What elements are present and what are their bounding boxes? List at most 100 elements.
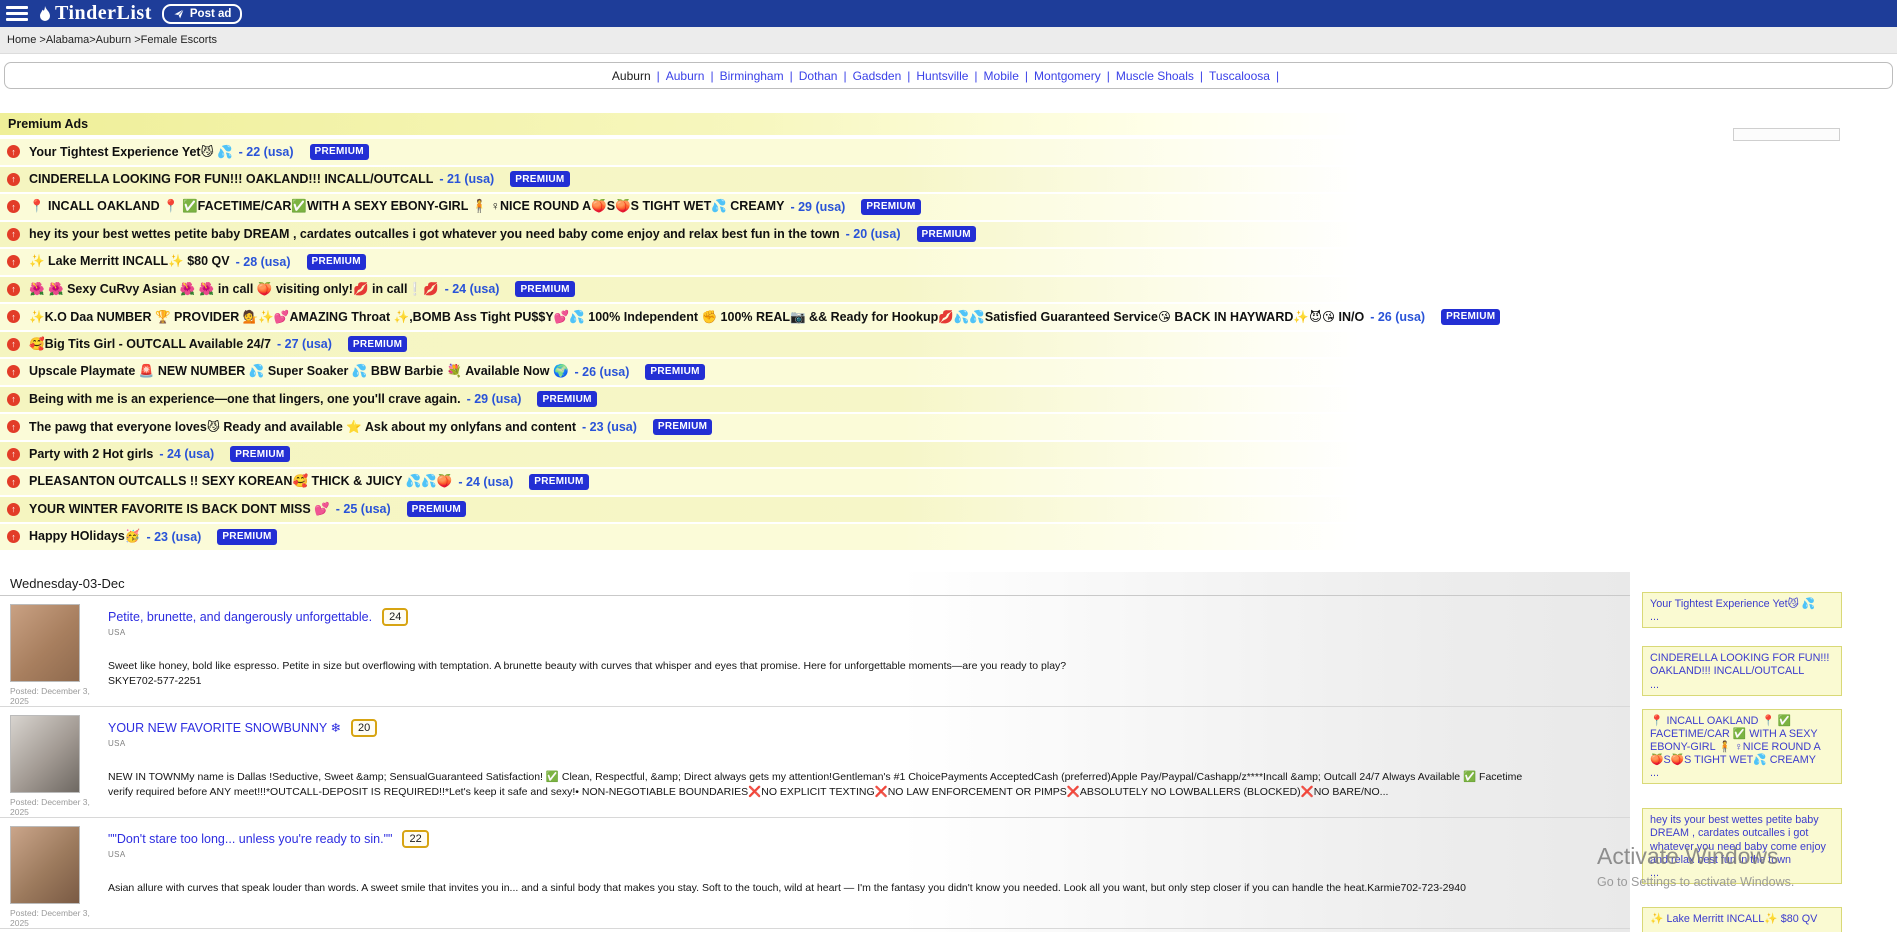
- sidebar-ad-more: ...: [1650, 611, 1834, 623]
- premium-ad-row: ↑ Being with me is an experience—one tha…: [0, 387, 1360, 413]
- premium-ad-meta: - 26 (usa): [1370, 310, 1425, 324]
- sidebar-ad-more: ...: [1650, 867, 1834, 879]
- bump-icon[interactable]: ↑: [7, 200, 20, 213]
- listing-row: Posted: December 3, 2025 ""Don't stare t…: [0, 818, 1630, 929]
- premium-ad-link[interactable]: Upscale Playmate 🚨 NEW NUMBER 💦 Super So…: [29, 364, 569, 379]
- bump-icon[interactable]: ↑: [7, 283, 20, 296]
- listing-description: Asian allure with curves that speak loud…: [108, 881, 1540, 897]
- menu-icon[interactable]: [6, 6, 28, 21]
- premium-ad-meta: - 22 (usa): [239, 145, 294, 159]
- bump-icon[interactable]: ↑: [7, 365, 20, 378]
- premium-ad-link[interactable]: YOUR WINTER FAVORITE IS BACK DONT MISS 💕: [29, 502, 330, 517]
- premium-ad-meta: - 27 (usa): [277, 337, 332, 351]
- sidebar-ad-box: Your Tightest Experience Yet😼 💦 ...: [1642, 592, 1842, 628]
- premium-ad-link[interactable]: The pawg that everyone loves😼 Ready and …: [29, 419, 576, 435]
- premium-badge: PREMIUM: [861, 199, 920, 215]
- premium-ad-link[interactable]: 📍 INCALL OAKLAND 📍 ✅FACETIME/CAR✅WITH A …: [29, 199, 784, 214]
- listing-country: USA: [108, 628, 1540, 637]
- bump-icon[interactable]: ↑: [7, 255, 20, 268]
- bump-icon[interactable]: ↑: [7, 145, 20, 158]
- bump-icon[interactable]: ↑: [7, 393, 20, 406]
- listing-description: Sweet like honey, bold like espresso. Pe…: [108, 659, 1540, 675]
- brand-name: TinderList: [55, 2, 152, 25]
- premium-ad-row: ↑ Happy HOlidays🥳 - 23 (usa) PREMIUM: [0, 524, 1360, 550]
- bump-icon[interactable]: ↑: [7, 503, 20, 516]
- bump-icon[interactable]: ↑: [7, 310, 20, 323]
- bump-icon[interactable]: ↑: [7, 448, 20, 461]
- premium-ad-link[interactable]: Being with me is an experience—one that …: [29, 392, 461, 406]
- premium-ad-meta: - 20 (usa): [846, 227, 901, 241]
- premium-ad-link[interactable]: Happy HOlidays🥳: [29, 529, 140, 544]
- sidebar-ad-link[interactable]: Your Tightest Experience Yet😼 💦: [1650, 598, 1834, 611]
- sidebar-ad-link[interactable]: CINDERELLA LOOKING FOR FUN!!! OAKLAND!!!…: [1650, 652, 1834, 678]
- city-link-birmingham[interactable]: Birmingham: [720, 69, 784, 83]
- listing-row: A lady for all occasions 38 USA: [0, 929, 1630, 932]
- listing-content: ""Don't stare too long... unless you're …: [90, 826, 1540, 928]
- premium-ad-meta: - 24 (usa): [445, 282, 500, 296]
- listing-photo[interactable]: [10, 715, 80, 793]
- top-header: TinderList Post ad: [0, 0, 1897, 27]
- premium-badge: PREMIUM: [1441, 309, 1500, 325]
- listing-photo[interactable]: [10, 604, 80, 682]
- premium-badge: PREMIUM: [230, 446, 289, 462]
- premium-ad-link[interactable]: PLEASANTON OUTCALLS !! SEXY KOREAN🥰 THIC…: [29, 474, 452, 489]
- post-ad-label: Post ad: [190, 8, 232, 20]
- breadcrumb[interactable]: Home >Alabama>Auburn >Female Escorts: [7, 34, 217, 46]
- listing-photo[interactable]: [10, 826, 80, 904]
- bump-icon[interactable]: ↑: [7, 338, 20, 351]
- listing-row: Posted: December 3, 2025 YOUR NEW FAVORI…: [0, 707, 1630, 818]
- premium-ad-row: ↑ Upscale Playmate 🚨 NEW NUMBER 💦 Super …: [0, 359, 1360, 385]
- premium-badge: PREMIUM: [310, 144, 369, 160]
- premium-ad-link[interactable]: 🌺 🌺 Sexy CuRvy Asian 🌺 🌺 in call 🍑 visit…: [29, 282, 439, 297]
- city-link-montgomery[interactable]: Montgomery: [1034, 69, 1101, 83]
- flame-icon: [38, 6, 52, 22]
- premium-ad-link[interactable]: 🥰Big Tits Girl - OUTCALL Available 24/7: [29, 337, 271, 352]
- listing-title-link[interactable]: YOUR NEW FAVORITE SNOWBUNNY ❄: [108, 720, 341, 735]
- city-link-muscle-shoals[interactable]: Muscle Shoals: [1116, 69, 1194, 83]
- city-link-tuscaloosa[interactable]: Tuscaloosa: [1209, 69, 1270, 83]
- bump-icon[interactable]: ↑: [7, 530, 20, 543]
- sidebar-ad-more: ...: [1650, 679, 1834, 691]
- premium-ad-row: ↑ 🌺 🌺 Sexy CuRvy Asian 🌺 🌺 in call 🍑 vis…: [0, 277, 1360, 303]
- premium-ad-link[interactable]: ✨K.O Daa NUMBER 🏆 PROVIDER 💁✨💕AMAZING Th…: [29, 309, 1364, 325]
- city-link-auburn[interactable]: Auburn: [666, 69, 705, 83]
- post-ad-button[interactable]: Post ad: [162, 4, 243, 24]
- listing-title-link[interactable]: Petite, brunette, and dangerously unforg…: [108, 610, 372, 624]
- sidebar-ad-link[interactable]: hey its your best wettes petite baby DRE…: [1650, 814, 1834, 867]
- brand-logo[interactable]: TinderList: [38, 2, 152, 25]
- premium-ad-link[interactable]: Your Tightest Experience Yet😼 💦: [29, 144, 233, 160]
- city-link-gadsden[interactable]: Gadsden: [853, 69, 902, 83]
- bump-icon[interactable]: ↑: [7, 420, 20, 433]
- age-badge: 22: [402, 830, 428, 848]
- premium-ad-link[interactable]: ✨ Lake Merritt INCALL✨ $80 QV: [29, 254, 230, 269]
- city-link-huntsville[interactable]: Huntsville: [916, 69, 968, 83]
- bump-icon[interactable]: ↑: [7, 173, 20, 186]
- premium-badge: PREMIUM: [510, 171, 569, 187]
- premium-ad-link[interactable]: Party with 2 Hot girls: [29, 447, 153, 461]
- bump-icon[interactable]: ↑: [7, 475, 20, 488]
- sidebar-ad-box: 📍 INCALL OAKLAND 📍 ✅ FACETIME/CAR ✅ WITH…: [1642, 709, 1842, 785]
- posted-date: Posted: December 3, 2025: [10, 908, 90, 928]
- city-separator: |: [657, 69, 660, 83]
- city-separator: |: [1276, 69, 1279, 83]
- city-link-mobile[interactable]: Mobile: [984, 69, 1019, 83]
- premium-ad-row: ↑ The pawg that everyone loves😼 Ready an…: [0, 414, 1360, 440]
- listing-photo-column: Posted: December 3, 2025: [10, 826, 90, 928]
- listing-description: NEW IN TOWNMy name is Dallas !Seductive,…: [108, 770, 1540, 802]
- listing-title-link[interactable]: ""Don't stare too long... unless you're …: [108, 832, 392, 846]
- premium-badge: PREMIUM: [307, 254, 366, 270]
- premium-ad-meta: - 21 (usa): [439, 172, 494, 186]
- premium-ad-link[interactable]: CINDERELLA LOOKING FOR FUN!!! OAKLAND!!!…: [29, 172, 433, 186]
- sidebar-ad-more: ...: [1650, 767, 1834, 779]
- premium-badge: PREMIUM: [653, 419, 712, 435]
- sidebar-ad-link[interactable]: ✨ Lake Merritt INCALL✨ $80 QV: [1650, 913, 1834, 926]
- listing-phone: SKYE702-577-2251: [108, 674, 1540, 690]
- premium-ads-section: Premium Ads ↑ Your Tightest Experience Y…: [0, 113, 1360, 550]
- city-separator: |: [1025, 69, 1028, 83]
- premium-ad-row: ↑ Your Tightest Experience Yet😼 💦 - 22 (…: [0, 139, 1360, 165]
- city-link-dothan[interactable]: Dothan: [799, 69, 838, 83]
- bump-icon[interactable]: ↑: [7, 228, 20, 241]
- premium-ad-link[interactable]: hey its your best wettes petite baby DRE…: [29, 227, 840, 241]
- ad-placeholder: [1733, 128, 1840, 141]
- sidebar-ad-link[interactable]: 📍 INCALL OAKLAND 📍 ✅ FACETIME/CAR ✅ WITH…: [1650, 715, 1834, 768]
